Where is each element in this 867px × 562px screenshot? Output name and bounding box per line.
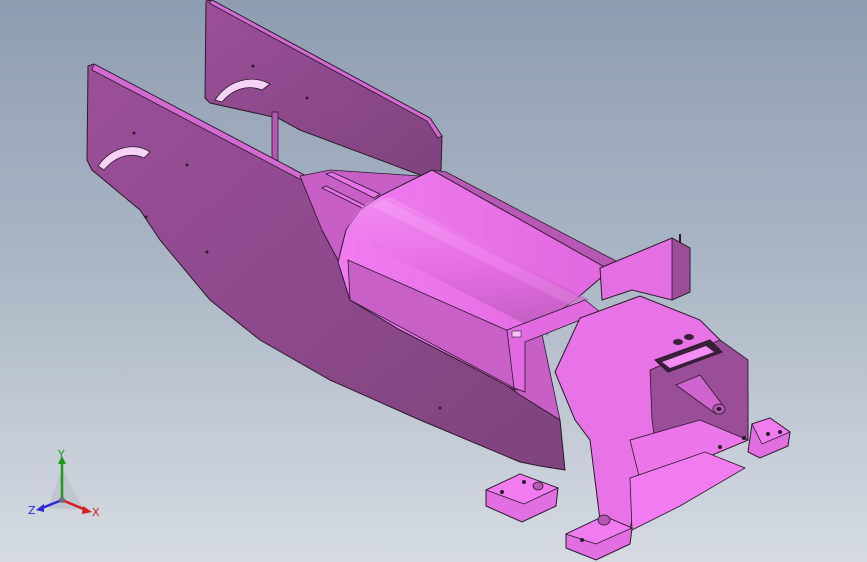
nose-block[interactable] <box>554 295 750 531</box>
x-axis-label: X <box>92 506 100 519</box>
y-axis-label: Y <box>57 448 65 461</box>
coordinate-triad: Y X Z <box>26 448 106 528</box>
cross-bar[interactable] <box>599 234 691 301</box>
chassis-3d-model[interactable] <box>0 0 867 562</box>
foot-right-rear[interactable] <box>747 417 791 459</box>
x-axis-arrowhead <box>82 506 92 514</box>
graphics-viewport[interactable]: Y X Z <box>0 0 867 562</box>
z-axis-label: Z <box>28 504 36 517</box>
foot-left[interactable] <box>484 473 560 523</box>
z-axis-arrowhead <box>36 504 44 512</box>
